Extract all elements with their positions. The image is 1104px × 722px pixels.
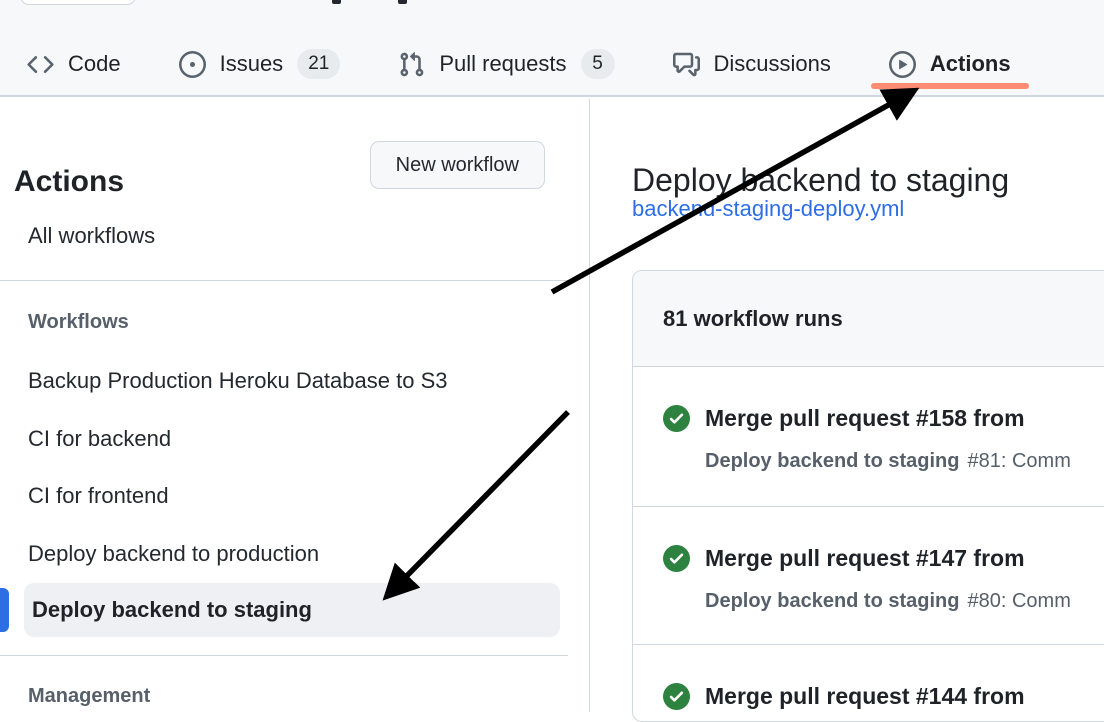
workflow-file-link[interactable]: backend-staging-deploy.yml [632,196,904,222]
sidebar-item-deploy-backend-to-staging[interactable]: Deploy backend to staging [24,583,560,637]
actions-sidebar: Actions New workflow All workflows Workf… [0,99,590,712]
new-workflow-button[interactable]: New workflow [370,141,545,189]
workflow-title: Deploy backend to staging [632,160,1009,200]
run-subtitle: Deploy backend to staging #80: Comm [705,590,1104,613]
tab-discussions[interactable]: Discussions [673,51,831,78]
workflow-main-panel: Deploy backend to staging backend-stagin… [591,99,1104,712]
sidebar-item-ci-for-frontend[interactable]: CI for frontend [28,482,169,510]
sidebar-item-backup-production-heroku-database-to-s3[interactable]: Backup Production Heroku Database to S3 [28,367,447,395]
tab-label: Pull requests [439,51,566,77]
tab-pull-requests[interactable]: Pull requests 5 [398,49,614,79]
issue-opened-icon [179,51,206,78]
comment-discussion-icon [673,51,700,78]
sidebar-item-deploy-backend-to-production[interactable]: Deploy backend to production [28,540,319,568]
issues-count-badge: 21 [297,49,340,79]
tab-issues[interactable]: Issues 21 [179,49,341,79]
run-workflow-name: Deploy backend to staging [705,450,959,472]
sidebar-divider [0,655,568,656]
sidebar-title: Actions [14,164,124,200]
workflow-run-row[interactable]: Merge pull request #147 from Deploy back… [633,506,1104,644]
check-circle-success-icon [663,405,690,432]
sidebar-item-all-workflows[interactable]: All workflows [28,222,155,250]
repo-title-text-clipped [332,0,341,4]
repo-tab-bar: Code Issues 21 Pull requests 5 Discussio… [27,36,1011,92]
workflow-run-row[interactable]: Merge pull request #144 from [633,644,1104,722]
run-workflow-name: Deploy backend to staging [705,590,959,612]
tab-label: Actions [930,51,1011,77]
check-circle-success-icon [663,683,690,710]
run-title[interactable]: Merge pull request #144 from [705,683,1025,710]
workflow-run-row[interactable]: Merge pull request #158 from Deploy back… [633,367,1104,506]
run-title[interactable]: Merge pull request #158 from [705,405,1025,432]
play-circle-icon [889,51,916,78]
tab-code[interactable]: Code [27,51,121,78]
sidebar-item-ci-for-backend[interactable]: CI for backend [28,425,171,453]
repo-title-text-clipped [398,0,407,4]
workflow-runs-card: 81 workflow runs Merge pull request #158… [632,270,1104,722]
code-icon [27,51,54,78]
clipped-top-element [20,0,136,5]
tab-label: Issues [220,51,284,77]
workflow-runs-header: 81 workflow runs [633,271,1104,367]
pull-requests-count-badge: 5 [581,49,615,79]
run-number-info: #80: Comm [967,590,1070,612]
tab-label: Discussions [714,51,831,77]
workflows-section-header: Workflows [28,310,129,334]
run-subtitle: Deploy backend to staging #81: Comm [705,450,1104,473]
selected-item-accent-bar [0,588,9,632]
run-number-info: #81: Comm [967,450,1070,472]
sidebar-divider [0,280,568,281]
check-circle-success-icon [663,545,690,572]
git-pull-request-icon [398,51,425,78]
tab-label: Code [68,51,121,77]
management-section-header: Management [28,684,150,708]
tab-actions[interactable]: Actions [889,51,1011,78]
repo-header: Code Issues 21 Pull requests 5 Discussio… [0,0,1104,97]
run-title[interactable]: Merge pull request #147 from [705,545,1025,572]
